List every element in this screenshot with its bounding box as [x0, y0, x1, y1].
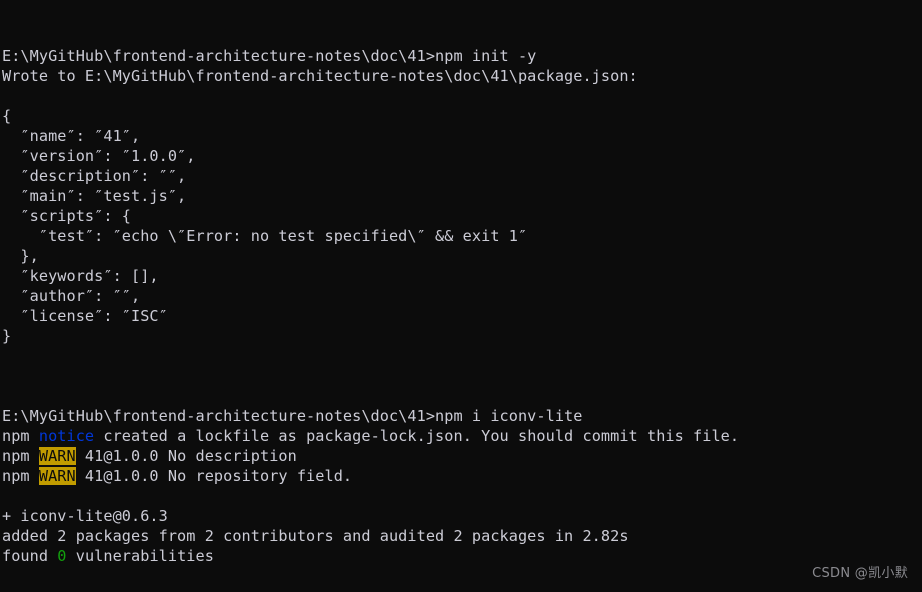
terminal-line: ″description″: ″″,	[2, 166, 922, 186]
terminal-text: ″description″: ″″,	[2, 167, 187, 185]
terminal-text: created a lockfile as package-lock.json.…	[94, 427, 740, 445]
terminal-line: npm WARN 41@1.0.0 No repository field.	[2, 466, 922, 486]
terminal-line: added 2 packages from 2 contributors and…	[2, 526, 922, 546]
terminal-text: + iconv-lite@0.6.3	[2, 507, 168, 525]
terminal-text: added 2 packages from 2 contributors and…	[2, 527, 629, 545]
terminal-window[interactable]: E:\MyGitHub\frontend-architecture-notes\…	[0, 0, 922, 592]
terminal-line: ″license″: ″ISC″	[2, 306, 922, 326]
terminal-line: ″name″: ″41″,	[2, 126, 922, 146]
terminal-text: ″test″: ″echo \″Error: no test specified…	[2, 227, 528, 245]
terminal-text: npm	[2, 447, 39, 465]
terminal-text: ″license″: ″ISC″	[2, 307, 168, 325]
terminal-line: npm notice created a lockfile as package…	[2, 426, 922, 446]
terminal-text: 41@1.0.0 No description	[75, 447, 297, 465]
terminal-line: found 0 vulnerabilities	[2, 546, 922, 566]
terminal-text: E:\MyGitHub\frontend-architecture-notes\…	[2, 407, 583, 425]
terminal-line: {	[2, 106, 922, 126]
npm-notice-label: notice	[38, 427, 95, 445]
terminal-line: ″main″: ″test.js″,	[2, 186, 922, 206]
terminal-text: ″name″: ″41″,	[2, 127, 141, 145]
terminal-text: npm	[2, 427, 39, 445]
npm-warn-badge: WARN	[38, 467, 76, 485]
terminal-line: ″test″: ″echo \″Error: no test specified…	[2, 226, 922, 246]
terminal-line: + iconv-lite@0.6.3	[2, 506, 922, 526]
terminal-line: npm WARN 41@1.0.0 No description	[2, 446, 922, 466]
terminal-text: ″main″: ″test.js″,	[2, 187, 187, 205]
terminal-line: }	[2, 326, 922, 346]
terminal-text: npm	[2, 467, 39, 485]
terminal-line: Wrote to E:\MyGitHub\frontend-architectu…	[2, 66, 922, 86]
terminal-text: ″version″: ″1.0.0″,	[2, 147, 196, 165]
terminal-line: E:\MyGitHub\frontend-architecture-notes\…	[2, 406, 922, 426]
npm-warn-badge: WARN	[38, 447, 76, 465]
terminal-text: {	[2, 107, 12, 125]
terminal-line: ″keywords″: [],	[2, 266, 922, 286]
terminal-text: ″keywords″: [],	[2, 267, 159, 285]
terminal-text: found	[2, 547, 58, 565]
terminal-text: },	[2, 247, 39, 265]
terminal-text: ″scripts″: {	[2, 207, 131, 225]
terminal-line: },	[2, 246, 922, 266]
terminal-line: ″author″: ″″,	[2, 286, 922, 306]
terminal-line: ″scripts″: {	[2, 206, 922, 226]
terminal-output: E:\MyGitHub\frontend-architecture-notes\…	[2, 46, 922, 592]
csdn-watermark: CSDN @凯小默	[812, 566, 908, 581]
terminal-text: ″author″: ″″,	[2, 287, 141, 305]
terminal-text: }	[2, 327, 12, 345]
terminal-text: E:\MyGitHub\frontend-architecture-notes\…	[2, 47, 537, 65]
terminal-line: ″version″: ″1.0.0″,	[2, 146, 922, 166]
terminal-line: E:\MyGitHub\frontend-architecture-notes\…	[2, 46, 922, 66]
vulnerability-count: 0	[57, 547, 67, 565]
terminal-text: vulnerabilities	[66, 547, 214, 565]
terminal-text: 41@1.0.0 No repository field.	[75, 467, 353, 485]
terminal-text: Wrote to E:\MyGitHub\frontend-architectu…	[2, 67, 638, 85]
